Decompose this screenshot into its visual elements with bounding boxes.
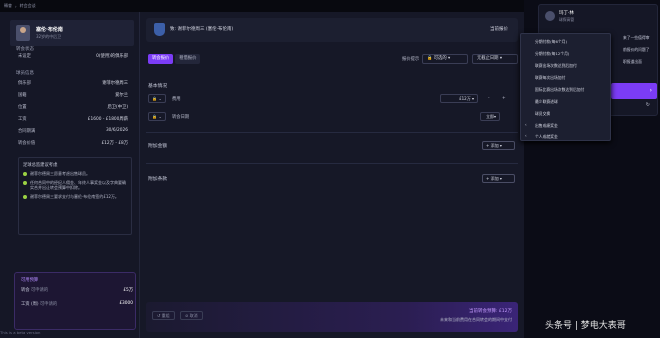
transfer-status: 未设定	[18, 54, 31, 59]
date-select[interactable]: 立即▾	[480, 112, 500, 121]
club-crest-icon	[154, 23, 165, 36]
tab-loan-offer[interactable]: 租借报价	[175, 54, 201, 64]
offer-tabs: 转会报价 租借报价	[148, 54, 201, 64]
breadcrumb-separator: ›	[15, 3, 17, 9]
budget-title: 可用预算	[21, 278, 39, 283]
info-row: 转会价值 £12万 - £8万	[18, 140, 128, 148]
info-value: 爱尔兰	[115, 93, 128, 98]
fee-lock-toggle[interactable]: 🔒 ⌄	[148, 94, 166, 103]
current-offer-label: 当前报价	[490, 27, 508, 32]
info-value: 谢菲尔德周三	[102, 81, 128, 86]
divider	[146, 132, 518, 133]
menu-item[interactable]: 分期付款(每6个月)	[535, 39, 567, 45]
refresh-icon[interactable]: ↻	[646, 102, 650, 108]
add-clause-button[interactable]: + 添加 ▾	[482, 174, 515, 183]
info-row: 国籍 爱尔兰	[18, 92, 128, 100]
chat-name: 玛丁·林	[559, 11, 574, 16]
club-title: 致: 谢菲尔德周三 (塞伦·布伦南)	[170, 27, 234, 32]
fee-increment[interactable]: +	[502, 96, 506, 101]
fee-input[interactable]: £12万 ▾	[440, 94, 478, 103]
beta-notice: This is a beta version	[0, 330, 41, 335]
lock-icon: 🔒	[427, 56, 433, 61]
info-label: 转会价值	[18, 141, 36, 146]
info-row: 位置 后卫(中卫)	[18, 104, 128, 112]
info-value: 后卫(中卫)	[107, 105, 128, 110]
offer-type-select[interactable]: 🔒 可选的 ▾	[422, 54, 468, 64]
budget-panel: 可用预算 转会 可申请的 £5万 工资 (周) 可申请的 £3000	[14, 272, 136, 330]
info-label: 工资	[18, 117, 27, 122]
check-icon	[23, 172, 27, 176]
info-value: 30/6/2026	[105, 128, 128, 133]
avatar	[545, 11, 555, 21]
chat-line: 来了一些值得审	[623, 35, 650, 40]
add-fee-button[interactable]: + 添加 ▾	[482, 141, 515, 150]
transfer-status-title: 转会状态	[16, 47, 34, 52]
date-label: 转会日期	[172, 115, 190, 120]
breadcrumb-current: 转会会谈	[19, 3, 36, 8]
cancel-button[interactable]: ⊘ 取消	[180, 311, 203, 320]
advice-item: 任何合同中的经纪人佣金、年终人事奖金以及字典要确实合并出让转会预算中扣除。	[23, 180, 127, 191]
chat-action-button[interactable]: ›	[611, 83, 657, 99]
menu-item[interactable]: 国际比赛出场次数达到后加付	[535, 87, 584, 93]
info-label: 俱乐部	[18, 81, 31, 86]
menu-item[interactable]: 分期付款(每12个月)	[535, 51, 569, 57]
budget-row-wage: 工资 (周) 可申请的 £3000	[21, 301, 133, 307]
menu-item[interactable]: 联赛每次出场加付	[535, 75, 565, 81]
advice-item: 谢菲尔德周三愿意考虑出售球员。	[23, 171, 127, 177]
add-clause-title: 附加条款	[148, 177, 168, 182]
tab-transfer-offer[interactable]: 转会报价	[148, 54, 174, 64]
player-info-title: 球员信息	[16, 71, 34, 76]
home-link[interactable]: 轉會	[4, 3, 12, 9]
add-fee-dropdown: 分期付款(每6个月) 分期付款(每12个月) 联赛出场次数达到后加付 联赛每次出…	[520, 33, 611, 141]
chat-line: 前报价的问题了	[623, 47, 650, 52]
info-row: 俱乐部 谢菲尔德周三	[18, 80, 128, 88]
advice-panel: 足球总监建议考虑 谢菲尔德周三愿意考虑出售球员。 任何合同中的经纪人佣金、年终人…	[18, 157, 132, 235]
avatar	[16, 25, 30, 41]
advice-item: 谢菲尔德周三要求支付与塞伦·布伦南签约£12万。	[23, 194, 127, 200]
info-value: £12万 - £8万	[101, 141, 128, 146]
menu-item[interactable]: 最少联赛进球	[535, 99, 558, 105]
fee-decrement[interactable]: -	[488, 96, 490, 101]
transfer-status-value: 0(使用)的俱乐部	[96, 54, 128, 59]
chat-subtitle: 球探高管	[559, 17, 575, 22]
deadline-select[interactable]: 无截止日期 ▾	[472, 54, 518, 64]
menu-item[interactable]: 出售成绩奖金	[535, 123, 558, 129]
check-icon	[23, 180, 27, 185]
chevron-left-icon: ‹	[525, 122, 527, 127]
info-label: 合同期满	[18, 129, 36, 134]
add-fee-title: 附加金额	[148, 144, 168, 149]
info-label: 国籍	[18, 93, 27, 98]
advice-title: 足球总监建议考虑	[23, 163, 58, 168]
offer-footer: ↺ 重组 ⊘ 取消 当前转会预算: £12万 未来和当前费用在合同转会的期间中支…	[146, 302, 518, 332]
player-card[interactable]: 塞伦·布伦南 32岁的中后卫	[10, 20, 134, 46]
info-row: 合同期满 30/6/2026	[18, 128, 128, 136]
main-panel: 致: 谢菲尔德周三 (塞伦·布伦南) 当前报价 转会报价 租借报价 报价提示 🔒…	[140, 12, 524, 338]
basic-title: 基本情况	[148, 84, 168, 89]
player-name: 塞伦·布伦南	[36, 27, 63, 33]
menu-item[interactable]: 球员交换	[535, 111, 550, 117]
sidebar: 塞伦·布伦南 32岁的中后卫 转会状态 未设定 0(使用)的俱乐部 球员信息 俱…	[0, 12, 140, 338]
chevron-left-icon: ‹	[525, 133, 527, 138]
arrow-right-icon: ›	[649, 87, 652, 94]
watermark: 头条号 | 梦电大表哥	[545, 321, 626, 331]
check-icon	[23, 194, 27, 199]
budget-row-transfer: 转会 可申请的 £5万	[21, 288, 133, 293]
date-lock-toggle[interactable]: 🔒 ⌄	[148, 112, 166, 121]
notify-label: 报价提示	[402, 57, 420, 62]
info-value: £1600 - £1800周薪	[87, 117, 128, 122]
divider	[146, 163, 518, 164]
offer-header: 致: 谢菲尔德周三 (塞伦·布伦南) 当前报价	[146, 18, 518, 42]
transfer-status-row: 未设定 0(使用)的俱乐部	[18, 53, 128, 61]
footer-total: 当前转会预算: £12万	[468, 309, 512, 314]
menu-item[interactable]: 联赛出场次数达到后加付	[535, 63, 577, 69]
info-row: 工资 £1600 - £1800周薪	[18, 116, 128, 124]
reset-button[interactable]: ↺ 重组	[152, 311, 175, 320]
player-subtitle: 32岁的中后卫	[36, 34, 62, 39]
fee-label: 费用	[172, 97, 181, 102]
menu-item[interactable]: 个人成就奖金	[535, 134, 558, 140]
footer-subtitle: 未来和当前费用在合同转会的期间中支付	[440, 317, 512, 322]
chat-line: 职报道出面	[623, 59, 642, 64]
info-label: 位置	[18, 105, 27, 110]
